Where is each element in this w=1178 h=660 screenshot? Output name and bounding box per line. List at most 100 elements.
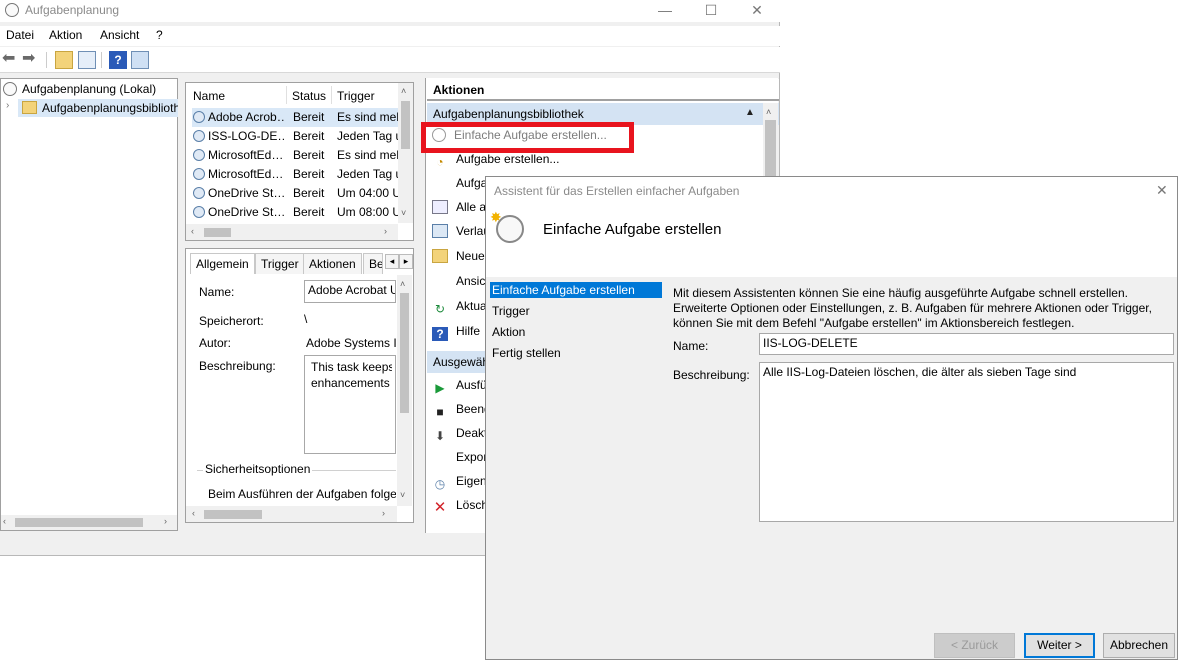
star-icon: ✸ <box>490 209 502 225</box>
highlight-box <box>421 122 634 153</box>
detail-hscrollbar[interactable]: ‹ › <box>186 506 397 522</box>
scroll-thumb[interactable] <box>401 101 410 149</box>
cancel-button[interactable]: Abbrechen <box>1103 633 1175 658</box>
action-import-task[interactable]: Aufga <box>432 176 487 196</box>
action-label: Aufga <box>456 176 488 190</box>
action-end[interactable]: ■ Beend <box>432 402 490 422</box>
scroll-thumb[interactable] <box>204 228 231 237</box>
scroll-right-icon[interactable]: › <box>384 226 387 236</box>
table-row[interactable]: MicrosoftEd… Bereit Es sind meh <box>192 146 398 165</box>
maximize-button[interactable]: ☐ <box>688 0 734 20</box>
wizard-description-input[interactable]: Alle IIS-Log-Dateien löschen, die älter … <box>759 362 1174 522</box>
scroll-up-icon[interactable]: ˄ <box>401 86 406 96</box>
tree-root-label[interactable]: Aufgabenplanung (Lokal) <box>22 82 156 96</box>
show-actions-icon[interactable] <box>131 51 149 69</box>
list-hscrollbar[interactable]: ‹ › <box>186 224 398 240</box>
tab-scroll-right-icon[interactable]: ▸ <box>399 254 413 269</box>
folder-up-icon[interactable] <box>55 51 73 69</box>
action-label: Lösch <box>456 498 489 512</box>
action-history[interactable]: Verlau <box>432 224 490 244</box>
action-show-all[interactable]: Alle a <box>432 200 486 220</box>
forward-icon[interactable]: ➡ <box>22 51 40 69</box>
disable-icon: ⬇ <box>434 429 446 443</box>
col-header-status[interactable]: Status <box>292 89 326 103</box>
action-label: Expor <box>456 450 488 464</box>
description-field[interactable]: This task keeps y enhancements a <box>304 355 396 454</box>
menu-help[interactable]: ? <box>156 28 163 42</box>
step-create-basic-task[interactable]: Einfache Aufgabe erstellen <box>490 282 662 298</box>
action-create-task[interactable]: ◔ Aufgabe erstellen... <box>432 152 559 172</box>
action-disable[interactable]: ⬇ Deakt <box>432 426 487 446</box>
scroll-left-icon[interactable]: ‹ <box>3 516 6 526</box>
task-trigger: Jeden Tag u <box>337 129 398 143</box>
scroll-down-icon[interactable]: ˅ <box>401 208 406 218</box>
clock-icon: ◔ <box>436 155 444 169</box>
back-button[interactable]: < Zurück <box>934 633 1015 658</box>
action-refresh[interactable]: ↻ Aktua <box>432 299 487 319</box>
table-row[interactable]: ISS-LOG-DE… Bereit Jeden Tag u <box>192 127 398 146</box>
table-row[interactable]: OneDrive St… Bereit Um 08:00 U <box>192 203 398 222</box>
tab-more[interactable]: Be <box>363 253 383 274</box>
scroll-thumb[interactable] <box>204 510 262 519</box>
action-export[interactable]: Expor <box>432 450 487 470</box>
wizard-name-input[interactable]: IIS-LOG-DELETE <box>759 333 1174 355</box>
show-tree-icon[interactable] <box>78 51 96 69</box>
action-new-folder[interactable]: Neue <box>432 249 485 269</box>
clock-icon <box>3 82 17 96</box>
tab-general[interactable]: Allgemein <box>190 253 255 274</box>
task-name: MicrosoftEd… <box>208 167 284 181</box>
scroll-down-icon[interactable]: ˅ <box>400 490 405 500</box>
action-label: Neue <box>456 249 485 263</box>
scroll-up-icon[interactable]: ˄ <box>400 279 405 289</box>
wizard-close-button[interactable]: ✕ <box>1156 182 1168 199</box>
help-icon[interactable]: ? <box>109 51 127 69</box>
menu-action[interactable]: Aktion <box>49 28 82 42</box>
action-label: Alle a <box>456 200 487 214</box>
step-trigger[interactable]: Trigger <box>490 303 662 319</box>
app-clock-icon <box>5 3 19 17</box>
minimize-button[interactable]: — <box>642 0 688 20</box>
tab-trigger[interactable]: Trigger <box>255 253 305 274</box>
scroll-thumb[interactable] <box>400 293 409 413</box>
step-finish[interactable]: Fertig stellen <box>490 345 662 361</box>
action-properties[interactable]: ◷ Eigen <box>432 474 487 494</box>
table-row[interactable]: Adobe Acrob… Bereit Es sind meh <box>192 108 398 127</box>
scroll-up-icon[interactable]: ˄ <box>766 107 771 117</box>
task-clock-icon <box>193 168 205 180</box>
task-status: Bereit <box>293 148 325 162</box>
scroll-right-icon[interactable]: › <box>164 516 167 526</box>
table-row[interactable]: MicrosoftEd… Bereit Jeden Tag u <box>192 165 398 184</box>
menu-file[interactable]: Datei <box>6 28 34 42</box>
task-name: OneDrive St… <box>208 205 285 219</box>
task-list: Name Status Trigger Adobe Acrob… Bereit … <box>185 82 414 241</box>
menu-view[interactable]: Ansicht <box>100 28 139 42</box>
tree-item-library[interactable]: Aufgabenplanungsbibliothek <box>18 99 178 117</box>
tab-actions[interactable]: Aktionen <box>303 253 362 274</box>
task-trigger: Jeden Tag u <box>337 167 398 181</box>
action-run[interactable]: ▶ Ausfü <box>432 378 486 398</box>
expand-icon[interactable]: › <box>6 100 9 111</box>
action-delete[interactable]: ✕ Lösch <box>432 498 488 518</box>
back-icon[interactable]: ⬅ <box>2 51 20 69</box>
action-view[interactable]: Ansic <box>432 274 485 294</box>
task-name-field[interactable]: Adobe Acrobat U <box>304 280 396 303</box>
step-action[interactable]: Aktion <box>490 324 662 340</box>
scroll-thumb[interactable] <box>15 518 143 527</box>
tab-scroll-left-icon[interactable]: ◂ <box>385 254 399 269</box>
close-button[interactable]: ✕ <box>734 0 780 20</box>
table-row[interactable]: OneDrive St… Bereit Um 04:00 U <box>192 184 398 203</box>
next-button[interactable]: Weiter > <box>1024 633 1095 658</box>
scroll-right-icon[interactable]: › <box>382 508 385 518</box>
tree-hscrollbar[interactable]: ‹ › <box>1 515 177 530</box>
action-help[interactable]: ? Hilfe <box>432 324 480 344</box>
scroll-left-icon[interactable]: ‹ <box>191 226 194 236</box>
list-vscrollbar[interactable]: ˄ ˅ <box>398 83 413 223</box>
collapse-icon[interactable]: ▲ <box>745 107 755 118</box>
title-bar: Aufgabenplanung — ☐ ✕ <box>0 0 780 22</box>
detail-vscrollbar[interactable]: ˄ ˅ <box>397 275 412 506</box>
col-header-name[interactable]: Name <box>193 89 225 103</box>
folder-icon <box>432 249 448 263</box>
toolbar-separator <box>46 52 47 68</box>
col-header-trigger[interactable]: Trigger <box>337 89 375 103</box>
scroll-left-icon[interactable]: ‹ <box>192 508 195 518</box>
